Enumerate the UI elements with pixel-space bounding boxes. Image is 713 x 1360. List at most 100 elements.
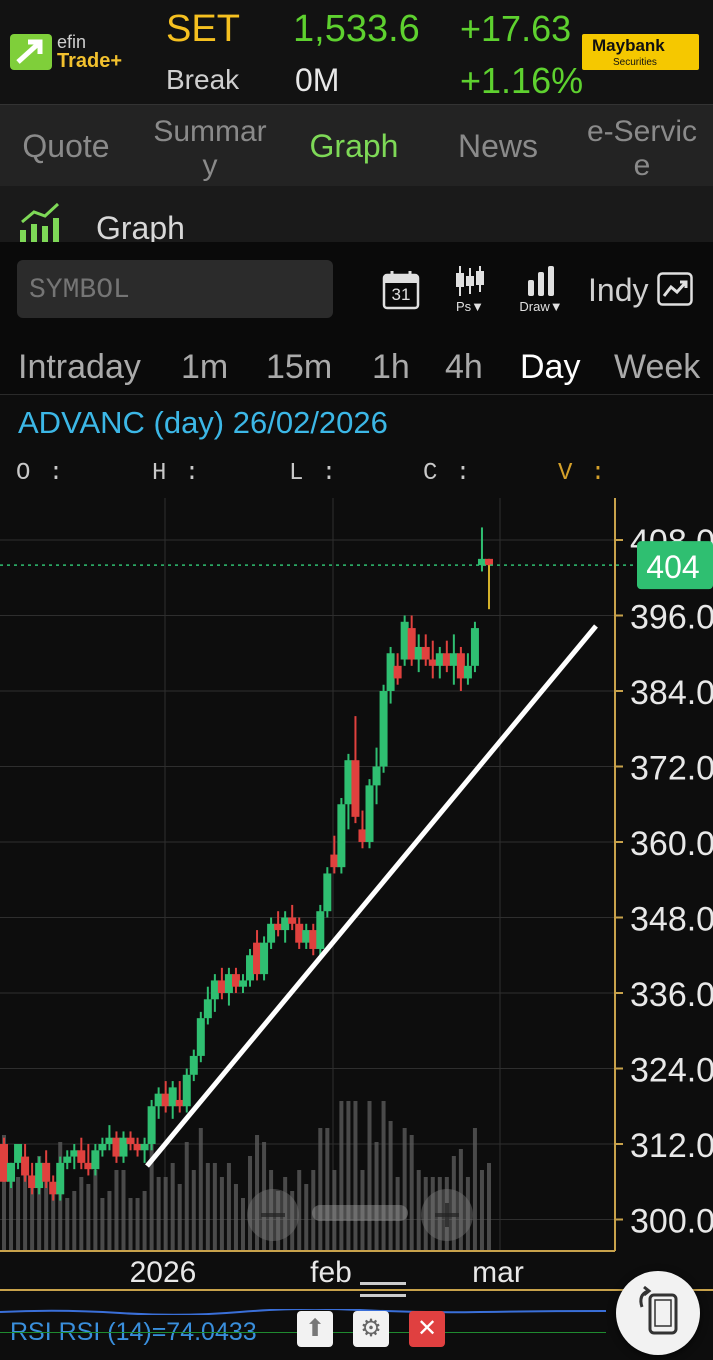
- candle-body: [351, 760, 360, 817]
- panel-resize-handle[interactable]: [360, 1294, 406, 1297]
- candle-body: [35, 1162, 44, 1189]
- candle-body: [56, 1162, 65, 1195]
- bar-chart-icon: [528, 266, 554, 296]
- y-tick-label: 312.0: [630, 1127, 713, 1165]
- volume-bar: [184, 1142, 189, 1251]
- broker-sub: Securities: [613, 57, 657, 68]
- timeframe-intraday[interactable]: Intraday: [18, 348, 141, 387]
- rotate-screen-button[interactable]: [616, 1271, 700, 1355]
- candle-body: [42, 1162, 51, 1182]
- y-tick-label: 360.0: [630, 825, 713, 863]
- y-tick-label: 336.0: [630, 976, 713, 1014]
- rotate-icon: [639, 1285, 678, 1335]
- candle-body: [295, 923, 304, 943]
- volume-bar: [487, 1163, 491, 1251]
- volume-bar: [233, 1184, 238, 1251]
- volume-bar: [339, 1101, 344, 1251]
- indicator-label[interactable]: Indy: [588, 272, 648, 309]
- volume-bar: [416, 1170, 421, 1251]
- tab-eservice[interactable]: e-Servic e: [572, 115, 712, 187]
- timeframe-day[interactable]: Day: [520, 348, 580, 387]
- candle-body: [323, 873, 332, 912]
- candle-body: [407, 628, 416, 660]
- indicator-icon[interactable]: [657, 272, 693, 306]
- candle-body: [309, 930, 318, 949]
- candlestick-chart[interactable]: 408.0396.0384.0372.0360.0348.0336.0324.0…: [0, 498, 713, 1306]
- candle-body: [210, 980, 219, 1000]
- volume-bar: [374, 1142, 379, 1251]
- symbol-field[interactable]: [17, 260, 333, 318]
- draw-button[interactable]: Draw▼: [516, 266, 566, 316]
- candle-body: [337, 804, 346, 868]
- candle-body: [393, 665, 402, 679]
- candle-body: [21, 1156, 30, 1176]
- volume-bar: [353, 1101, 358, 1251]
- y-tick-label: 300.0: [630, 1203, 713, 1241]
- zoom-slider[interactable]: [312, 1205, 408, 1221]
- candle-body: [281, 917, 290, 931]
- volume-bar: [191, 1170, 196, 1251]
- high-label: H :: [152, 460, 202, 487]
- section-title: Graph: [96, 210, 185, 242]
- low-label: L :: [289, 460, 339, 487]
- volume-value: 0M: [295, 62, 340, 98]
- timeframe-week[interactable]: Week: [614, 348, 700, 387]
- candle-body: [84, 1162, 93, 1170]
- volume-bar: [409, 1135, 414, 1251]
- tab-news[interactable]: News: [428, 105, 568, 187]
- volume-bar: [367, 1101, 372, 1251]
- remove-indicator-button[interactable]: ✕: [409, 1311, 445, 1347]
- divider: [0, 394, 713, 395]
- panel-resize-handle[interactable]: [360, 1282, 406, 1285]
- candle-body: [260, 942, 269, 975]
- volume-label: V :: [558, 460, 608, 487]
- index-change: +17.63: [460, 8, 572, 49]
- x-tick-label: feb: [310, 1256, 352, 1289]
- timeframe-1m[interactable]: 1m: [181, 348, 228, 387]
- arrow-up-icon: ⬆: [304, 1315, 326, 1342]
- tab-quote[interactable]: Quote: [0, 105, 136, 187]
- tab-summary[interactable]: Summar y: [140, 115, 280, 187]
- candle-body: [63, 1156, 72, 1163]
- price-style-label: Ps▼: [455, 299, 485, 314]
- candlestick-icon: [456, 266, 484, 296]
- timeframe-4h[interactable]: 4h: [445, 348, 483, 387]
- candle-body: [379, 691, 388, 767]
- candle-body: [365, 785, 374, 842]
- candle-body: [119, 1137, 128, 1157]
- candle-body: [435, 653, 444, 666]
- candle-body: [231, 974, 240, 987]
- calendar-icon[interactable]: 31: [382, 270, 420, 310]
- tab-graph[interactable]: Graph: [284, 105, 424, 187]
- volume-bar: [142, 1191, 147, 1251]
- settings-button[interactable]: ⚙: [353, 1311, 389, 1347]
- candle-body: [154, 1093, 163, 1107]
- candle-body: [372, 766, 381, 786]
- logo-text-trade: Trade+: [57, 50, 123, 72]
- candle-body: [386, 653, 395, 691]
- symbol-input[interactable]: [27, 270, 321, 310]
- candle-body: [449, 653, 458, 666]
- volume-bar: [156, 1177, 161, 1251]
- candle-body: [91, 1150, 100, 1170]
- volume-bar: [135, 1198, 140, 1251]
- volume-bar: [240, 1198, 245, 1251]
- broker-name: Maybank: [592, 36, 665, 55]
- candle-body: [126, 1137, 135, 1144]
- volume-bar: [402, 1128, 407, 1251]
- main-tabs: Quote Summar y Graph News e-Servic e: [0, 104, 713, 187]
- volume-bar: [325, 1128, 330, 1251]
- move-up-button[interactable]: ⬆: [297, 1311, 333, 1347]
- timeframe-1h[interactable]: 1h: [372, 348, 410, 387]
- draw-label: Draw▼: [519, 299, 563, 314]
- candle-body: [161, 1093, 170, 1107]
- open-label: O :: [16, 460, 66, 487]
- volume-bar: [205, 1163, 210, 1251]
- volume-bar: [346, 1101, 351, 1251]
- candle-body: [182, 1074, 191, 1107]
- timeframe-15m[interactable]: 15m: [266, 348, 332, 387]
- break-label: Break: [166, 64, 240, 95]
- price-style-button[interactable]: Ps▼: [450, 266, 490, 316]
- candle-body: [140, 1144, 149, 1151]
- candle-body: [77, 1150, 86, 1163]
